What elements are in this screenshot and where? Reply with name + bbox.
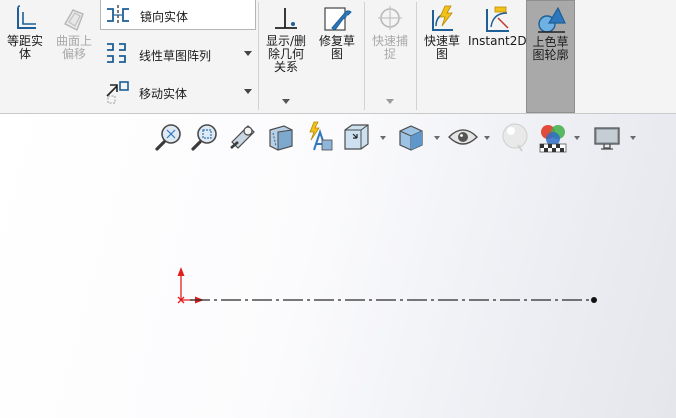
linear-sketch-pattern-button[interactable]: 线性草图阵列 — [100, 38, 256, 70]
quick-snaps-button[interactable]: 快速捕 捉 — [366, 0, 414, 110]
sketch-canvas — [177, 267, 597, 304]
rapid-sketch-icon — [427, 4, 457, 34]
command-manager-ribbon: 等距实 体 曲面上 偏移 镜向实体 线性草图阵列 移动实体 显示/删 除几何 关… — [0, 0, 676, 114]
repair-sketch-button[interactable]: 修复草 图 — [312, 0, 362, 110]
rapid-sketch-label: 快速草 图 — [423, 34, 460, 61]
display-delete-relations-label: 显示/删 除几何 关系 — [265, 34, 307, 74]
quick-snaps-dropdown-arrow[interactable] — [386, 99, 394, 104]
ribbon-separator — [258, 2, 259, 110]
offset-surface-icon — [59, 4, 89, 34]
instant2d-icon — [482, 4, 512, 34]
offset-on-surface-button[interactable]: 曲面上 偏移 — [50, 0, 98, 110]
linear-pattern-label: 线性草图阵列 — [139, 49, 212, 63]
display-relations-dropdown-arrow[interactable] — [282, 99, 290, 104]
rapid-sketch-button[interactable]: 快速草 图 — [418, 0, 466, 110]
offset-entities-label: 等距实 体 — [6, 34, 43, 61]
instant2d-button[interactable]: Instant2D — [468, 0, 527, 110]
graphics-area[interactable] — [0, 114, 676, 418]
sketch-origin-icon — [177, 267, 204, 304]
repair-sketch-icon — [322, 4, 352, 34]
move-entities-button[interactable]: 移动实体 — [100, 76, 256, 108]
ribbon-separator — [416, 2, 417, 110]
shaded-sketch-contours-icon — [536, 5, 566, 35]
display-delete-relations-button[interactable]: 显示/删 除几何 关系 — [262, 0, 310, 110]
centerline-endpoint[interactable] — [591, 297, 597, 303]
repair-sketch-label: 修复草 图 — [318, 34, 355, 61]
move-entities-dropdown-arrow[interactable] — [244, 89, 252, 94]
move-entities-label: 移动实体 — [139, 87, 188, 101]
offset-entities-button[interactable]: 等距实 体 — [0, 0, 50, 110]
linear-pattern-icon — [104, 42, 130, 66]
mirror-entities-button[interactable]: 镜向实体 — [100, 0, 256, 30]
mirror-entities-label: 镜向实体 — [140, 10, 189, 24]
quick-snaps-icon — [375, 4, 405, 34]
offset-surface-label: 曲面上 偏移 — [55, 34, 92, 61]
mirror-entities-icon — [105, 3, 131, 27]
shaded-sketch-contours-button[interactable]: 上色草 图轮廓 — [526, 0, 575, 113]
display-delete-relations-icon — [271, 4, 301, 34]
move-entities-icon — [104, 80, 130, 104]
shaded-sketch-contours-label: 上色草 图轮廓 — [532, 35, 569, 62]
instant2d-label: Instant2D — [468, 34, 527, 48]
ribbon-separator — [364, 2, 365, 110]
quick-snaps-label: 快速捕 捉 — [371, 34, 408, 61]
offset-entities-icon — [10, 4, 40, 34]
linear-pattern-dropdown-arrow[interactable] — [244, 51, 252, 56]
